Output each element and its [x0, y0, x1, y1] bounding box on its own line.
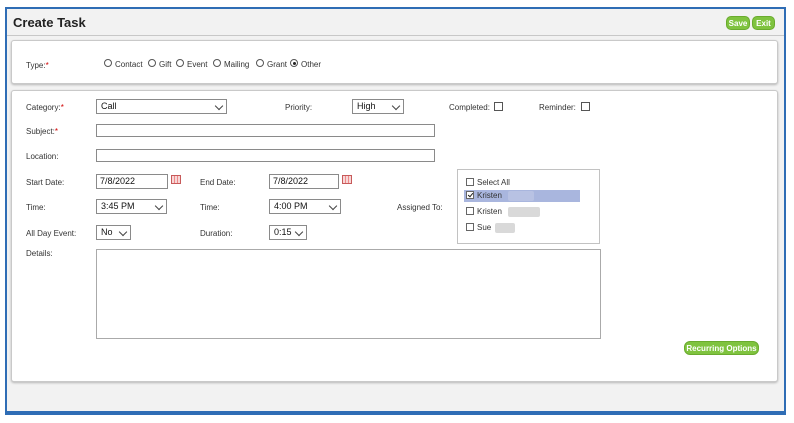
category-label: Category:* — [26, 103, 64, 112]
chevron-down-icon — [391, 101, 401, 111]
title-bar: Create Task Save Exit — [7, 9, 784, 36]
type-radio-event[interactable] — [176, 59, 184, 67]
end-time-label: Time: — [200, 203, 220, 212]
window-title: Create Task — [13, 15, 86, 30]
completed-label: Completed: — [449, 103, 490, 112]
recurring-options-button[interactable]: Recurring Options — [684, 341, 759, 355]
type-radio-other-label: Other — [301, 60, 322, 69]
all-day-label: All Day Event: — [26, 229, 77, 238]
calendar-icon[interactable] — [342, 175, 352, 184]
type-radio-mailing[interactable] — [213, 59, 221, 67]
priority-label: Priority: — [285, 103, 313, 112]
location-input[interactable] — [96, 149, 435, 162]
assign-user-kristen-2[interactable]: Kristen — [466, 206, 586, 218]
exit-button[interactable]: Exit — [752, 16, 775, 30]
details-textarea[interactable] — [96, 249, 601, 339]
calendar-icon[interactable] — [171, 175, 181, 184]
type-radio-contact[interactable] — [104, 59, 112, 67]
save-button[interactable]: Save — [726, 16, 750, 30]
end-date-label: End Date: — [200, 178, 236, 187]
redacted-name — [508, 191, 534, 201]
location-label: Location: — [26, 152, 59, 161]
completed-checkbox[interactable] — [494, 102, 503, 111]
chevron-down-icon — [328, 201, 338, 211]
type-radio-grant-label: Grant — [267, 60, 288, 69]
checkbox[interactable] — [466, 191, 474, 199]
chevron-down-icon — [294, 227, 304, 237]
redacted-name — [508, 207, 540, 217]
chevron-down-icon — [154, 201, 164, 211]
assign-select-all[interactable]: Select All — [466, 177, 586, 189]
assigned-to-label: Assigned To: — [397, 203, 443, 212]
start-date-label: Start Date: — [26, 178, 65, 187]
type-label: Type:* — [26, 61, 49, 70]
start-time-select[interactable]: 3:45 PM — [96, 199, 167, 214]
chevron-down-icon — [214, 101, 224, 111]
checkbox[interactable] — [466, 207, 474, 215]
reminder-checkbox[interactable] — [581, 102, 590, 111]
category-select[interactable]: Call — [96, 99, 227, 114]
type-panel: Type:* Contact Gift Event Mailing Grant … — [11, 40, 778, 84]
reminder-label: Reminder: — [539, 103, 576, 112]
assign-user-sue[interactable]: Sue — [466, 222, 586, 234]
end-date-input[interactable]: 7/8/2022 — [269, 174, 339, 189]
subject-label: Subject:* — [26, 127, 59, 136]
chevron-down-icon — [118, 227, 128, 237]
type-radio-grant[interactable] — [256, 59, 264, 67]
type-radio-gift[interactable] — [148, 59, 156, 67]
duration-select[interactable]: 0:15 — [269, 225, 307, 240]
task-form-panel: Category:* Call Priority: High Completed… — [11, 90, 778, 382]
type-radio-gift-label: Gift — [159, 60, 172, 69]
details-label: Details: — [26, 249, 53, 258]
checkbox[interactable] — [466, 178, 474, 186]
subject-input[interactable] — [96, 124, 435, 137]
all-day-select[interactable]: No — [96, 225, 131, 240]
create-task-window: Create Task Save Exit Type:* Contact Gif… — [5, 7, 786, 415]
start-date-input[interactable]: 7/8/2022 — [96, 174, 168, 189]
duration-label: Duration: — [200, 229, 233, 238]
type-radio-other[interactable] — [290, 59, 298, 67]
priority-select[interactable]: High — [352, 99, 404, 114]
type-radio-mailing-label: Mailing — [224, 60, 250, 69]
start-time-label: Time: — [26, 203, 46, 212]
assigned-to-list: Select All Kristen Kristen Sue — [457, 169, 600, 244]
type-radio-event-label: Event — [187, 60, 208, 69]
end-time-select[interactable]: 4:00 PM — [269, 199, 341, 214]
assign-user-kristen-1[interactable]: Kristen — [464, 190, 580, 202]
checkbox[interactable] — [466, 223, 474, 231]
redacted-name — [495, 223, 515, 233]
type-radio-contact-label: Contact — [115, 60, 143, 69]
